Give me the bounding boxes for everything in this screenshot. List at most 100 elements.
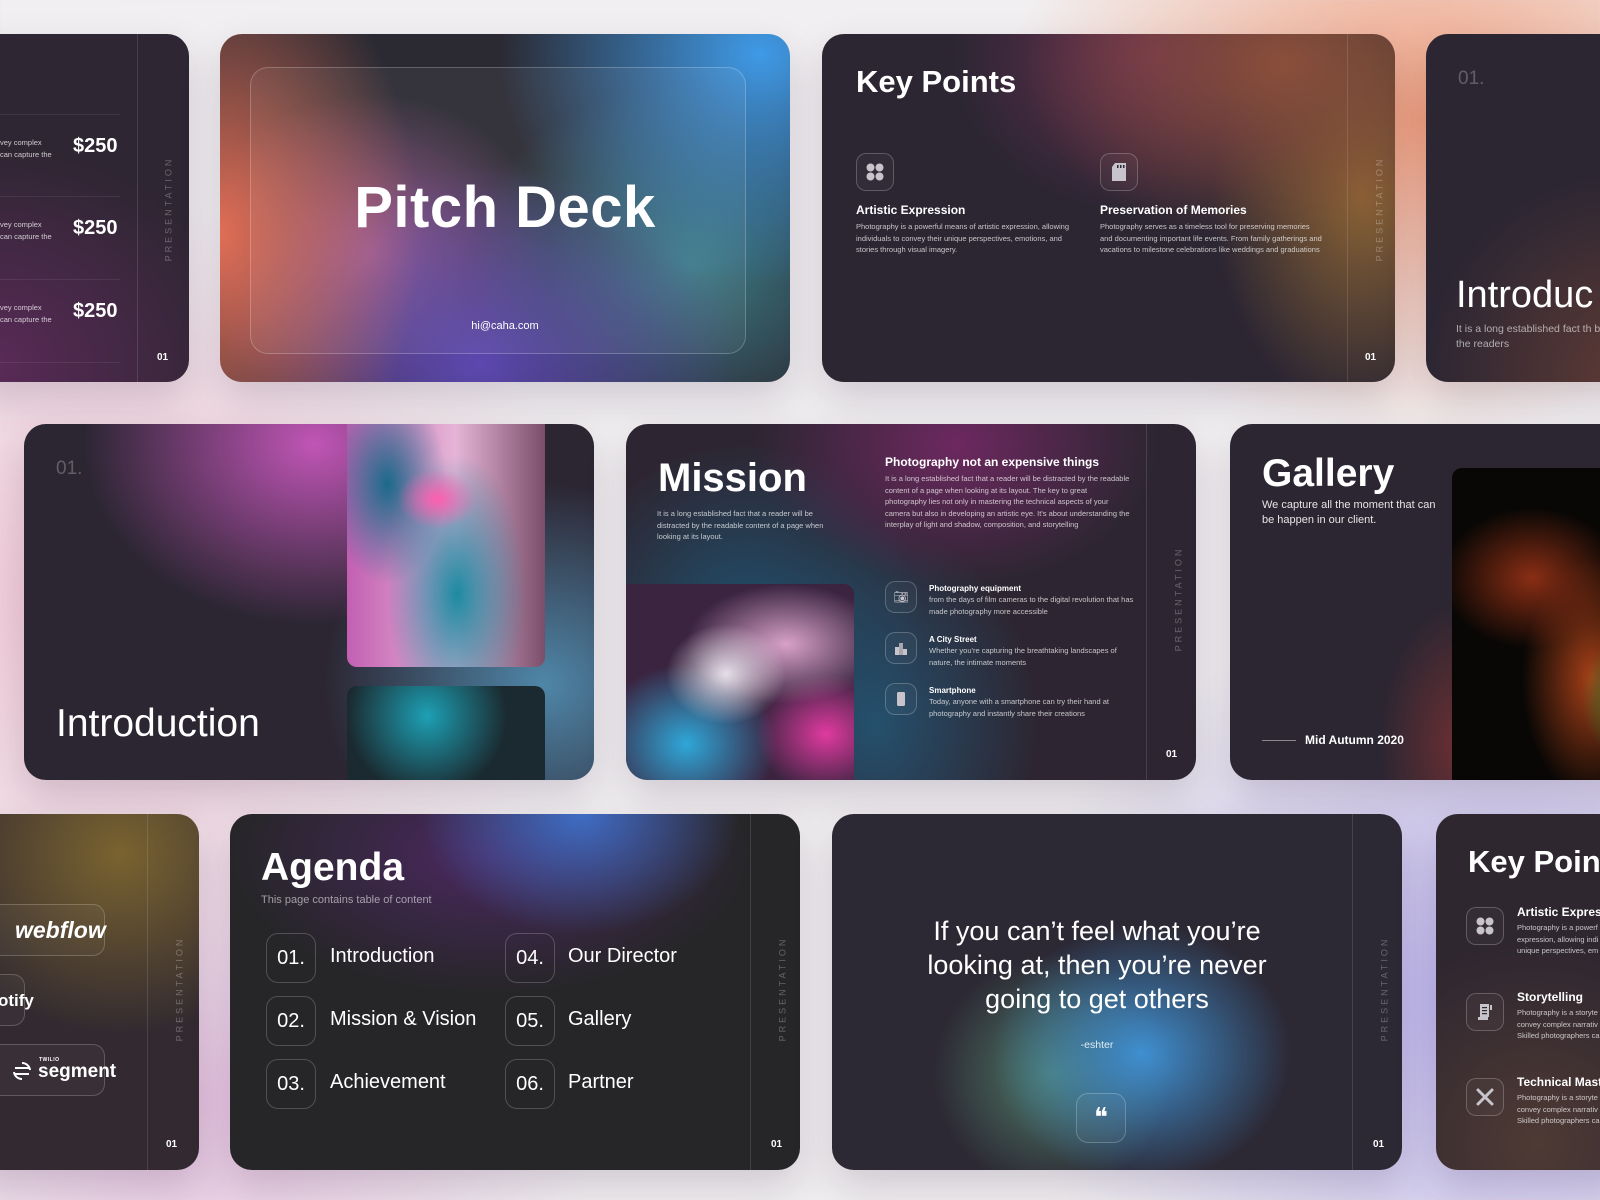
key-points-slide-2[interactable]: Key Poin Artistic Express Photography is… — [1436, 814, 1600, 1170]
agenda-slide[interactable]: Agenda This page contains table of conte… — [230, 814, 800, 1170]
section-number: 01. — [1458, 68, 1485, 89]
divider — [0, 196, 120, 197]
price-description: vey complex can capture the — [0, 220, 52, 241]
item-heading: Storytelling — [1517, 990, 1584, 1004]
spotify-logo: otify — [0, 991, 34, 1010]
caption-line — [1262, 740, 1296, 741]
sd-card-icon — [1100, 153, 1138, 191]
agenda-item[interactable]: Gallery — [568, 1008, 631, 1031]
vertical-label: PRESENTATION — [174, 936, 185, 1042]
side-divider — [137, 34, 138, 382]
vertical-label: PRESENTATION — [1374, 156, 1385, 262]
camera-icon: 📷︎ — [885, 581, 917, 613]
script-icon — [1466, 993, 1504, 1031]
subheading: Photography not an expensive things — [885, 455, 1100, 469]
segment-icon — [12, 1061, 32, 1081]
item-heading: Artistic Expression — [856, 203, 966, 217]
item-body: Photography is a powerful means of artis… — [856, 222, 1070, 254]
slide-title: Gallery — [1262, 452, 1395, 495]
agenda-item[interactable]: Introduction — [330, 945, 435, 968]
pitch-deck-slide[interactable]: Pitch Deck hi@caha.com — [220, 34, 790, 382]
intro-text: It is a long established fact that a rea… — [657, 509, 824, 541]
slide-subtitle: We capture all the moment that can be ha… — [1262, 499, 1436, 526]
price-description: vey complex can capture the — [0, 303, 52, 324]
quote-text: If you can’t feel what you’re looking at… — [927, 916, 1267, 1014]
city-icon — [885, 632, 917, 664]
side-divider — [1146, 424, 1147, 780]
item-body: Photography serves as a timeless tool fo… — [1100, 222, 1322, 254]
price-value: $250 — [73, 217, 118, 239]
slide-title: Pitch Deck — [354, 175, 656, 240]
item-heading: Photography equipment — [929, 584, 1021, 593]
item-body: Today, anyone with a smartphone can try … — [929, 697, 1109, 718]
emotions-icon — [1466, 907, 1504, 945]
mission-slide[interactable]: Mission It is a long established fact th… — [626, 424, 1196, 780]
page-number: 01 — [771, 1139, 783, 1150]
agenda-number: 02. — [266, 996, 316, 1046]
agenda-number: 05. — [505, 996, 555, 1046]
vertical-label: PRESENTATION — [163, 156, 174, 262]
quote-author: -eshter — [1080, 1039, 1114, 1051]
side-divider — [750, 814, 751, 1170]
slide-subtitle: This page contains table of content — [261, 894, 432, 906]
introduction-partial-slide[interactable]: 01. Introduc It is a long established fa… — [1426, 34, 1600, 382]
section-number: 01. — [56, 458, 83, 479]
agenda-number: 01. — [266, 933, 316, 983]
page-number: 01 — [1373, 1139, 1385, 1150]
quote-glyph: ❝ — [1094, 1103, 1108, 1133]
gallery-slide[interactable]: Gallery We capture all the moment that c… — [1230, 424, 1600, 780]
slide-body: It is a long established fact th be the … — [1456, 323, 1600, 350]
agenda-number: 03. — [266, 1059, 316, 1109]
emotions-icon — [856, 153, 894, 191]
page-number: 01 — [157, 352, 169, 363]
caption: Mid Autumn 2020 — [1305, 733, 1404, 747]
vertical-label: PRESENTATION — [1379, 936, 1390, 1042]
portrait-photo-detail — [347, 686, 545, 780]
agenda-item[interactable]: Mission & Vision — [330, 1008, 476, 1031]
agenda-item[interactable]: Our Director — [568, 945, 677, 968]
side-divider — [147, 814, 148, 1170]
quote-slide[interactable]: If you can’t feel what you’re looking at… — [832, 814, 1402, 1170]
agenda-number: 04. — [505, 933, 555, 983]
key-points-slide[interactable]: Key Points Artistic Expression Photograp… — [822, 34, 1395, 382]
segment-logo: segment — [38, 1061, 117, 1082]
item-heading: Smartphone — [929, 686, 976, 695]
page-number: 01 — [166, 1139, 178, 1150]
price-value: $250 — [73, 135, 118, 157]
item-heading: Technical Mast — [1517, 1075, 1600, 1089]
page-number: 01 — [1166, 749, 1178, 760]
contact-email: hi@caha.com — [471, 320, 539, 332]
portrait-photo — [347, 424, 545, 667]
divider — [0, 114, 120, 115]
agenda-number: 06. — [505, 1059, 555, 1109]
smartphone-icon — [885, 683, 917, 715]
side-divider — [1352, 814, 1353, 1170]
page-number: 01 — [1365, 352, 1377, 363]
tools-icon — [1466, 1078, 1504, 1116]
item-heading: A City Street — [929, 635, 977, 644]
price-description: vey complex can capture the — [0, 138, 52, 159]
item-body: Photography is a storyte convey complex … — [1517, 1093, 1600, 1125]
item-body: Photography is a powerf expression, allo… — [1517, 923, 1599, 955]
portrait-photo — [1452, 468, 1600, 780]
divider — [0, 279, 120, 280]
item-body: Whether you're capturing the breathtakin… — [929, 646, 1117, 667]
price-value: $250 — [73, 300, 118, 322]
item-heading: Artistic Express — [1517, 905, 1600, 919]
vertical-label: PRESENTATION — [777, 936, 788, 1042]
slide-title: Mission — [658, 456, 807, 500]
quote-mark-icon: ❝ — [1076, 1093, 1126, 1143]
pricing-slide[interactable]: vey complex can capture the $250 vey comp… — [0, 34, 189, 382]
divider — [0, 362, 120, 363]
agenda-item[interactable]: Achievement — [330, 1071, 446, 1094]
introduction-slide[interactable]: 01. Introduction — [24, 424, 594, 780]
webflow-logo: webflow — [15, 917, 106, 943]
item-body: from the days of film cameras to the dig… — [929, 595, 1134, 616]
partners-slide[interactable]: webflow otify TWILIO segment PRESENTATIO… — [0, 814, 199, 1170]
slide-title: Introduction — [56, 702, 260, 745]
item-heading: Preservation of Memories — [1100, 203, 1247, 217]
side-divider — [1347, 34, 1348, 382]
agenda-item[interactable]: Partner — [568, 1071, 634, 1094]
item-body: Photography is a storyte convey complex … — [1517, 1008, 1600, 1040]
slide-title: Key Points — [856, 64, 1017, 99]
